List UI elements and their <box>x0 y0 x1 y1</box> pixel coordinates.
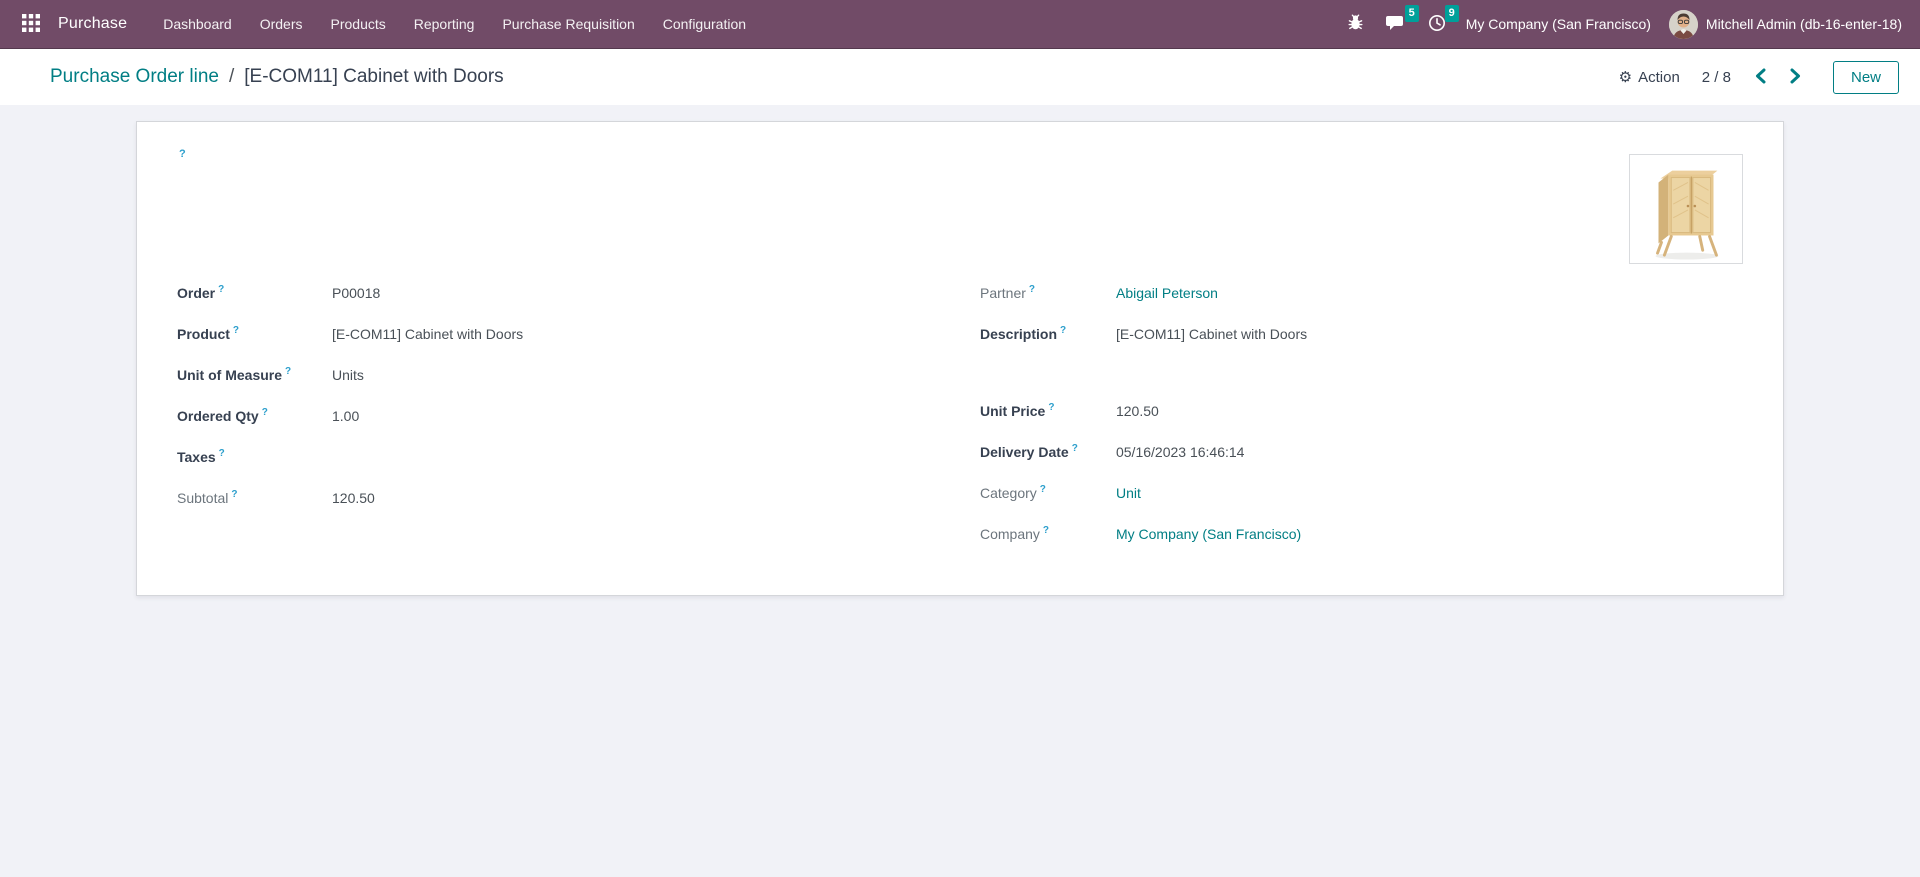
chevron-left-icon <box>1755 68 1766 87</box>
field-value: [E-COM11] Cabinet with Doors <box>332 325 524 342</box>
help-icon: ? <box>1071 443 1078 454</box>
field-value: 120.50 <box>332 489 375 506</box>
activities-count-badge: 9 <box>1444 4 1459 22</box>
field-row-delivery-date: Delivery Date? 05/16/2023 16:46:14 <box>980 431 1743 472</box>
gear-icon: ⚙ <box>1618 69 1633 86</box>
nav-item-products[interactable]: Products <box>317 0 400 48</box>
control-panel: Purchase Order line / [E-COM11] Cabinet … <box>0 49 1920 105</box>
field-row-ordered-qty: Ordered Qty? 1.00 <box>177 395 960 436</box>
record-pager[interactable]: 2 / 8 <box>1702 69 1731 86</box>
field-label: Subtotal? <box>177 489 238 506</box>
top-navbar: Purchase Dashboard Orders Products Repor… <box>0 0 1920 49</box>
nav-item-purchase-requisition[interactable]: Purchase Requisition <box>488 0 648 48</box>
debug-menu-button[interactable] <box>1345 12 1366 36</box>
bug-icon <box>1347 14 1364 34</box>
field-label: Order? <box>177 284 225 301</box>
breadcrumb-separator: / <box>228 66 235 87</box>
field-row-company: Company? My Company (San Francisco) <box>980 513 1743 554</box>
next-record-button[interactable] <box>1788 66 1803 89</box>
cabinet-image <box>1630 153 1742 266</box>
product-image <box>1629 154 1743 264</box>
field-row-description: Description? [E-COM11] Cabinet with Door… <box>980 313 1743 354</box>
field-value: [E-COM11] Cabinet with Doors <box>1115 325 1308 342</box>
field-row-unit-price: Unit Price? 120.50 <box>980 390 1743 431</box>
activities-button[interactable]: 9 <box>1426 4 1459 37</box>
company-switcher[interactable]: My Company (San Francisco) <box>1466 16 1651 32</box>
app-brand[interactable]: Purchase <box>58 15 127 33</box>
help-icon: ? <box>231 489 238 500</box>
right-column: Partner? Abigail Peterson Description? [… <box>960 272 1743 554</box>
left-column: Order? P00018 Product? [E-COM11] Cabinet… <box>177 272 960 554</box>
category-link[interactable]: Unit <box>1116 485 1141 501</box>
apps-grid-icon <box>22 13 40 35</box>
nav-item-dashboard[interactable]: Dashboard <box>149 0 246 48</box>
field-value: 1.00 <box>332 407 360 424</box>
new-button[interactable]: New <box>1832 60 1899 94</box>
field-label: Taxes? <box>177 448 225 465</box>
field-value: Units <box>332 366 364 383</box>
avatar <box>1668 9 1698 39</box>
field-label: Unit Price? <box>979 402 1055 419</box>
help-icon: ? <box>285 366 292 377</box>
field-row-unit-of-measure: Unit of Measure? Units <box>177 354 960 395</box>
field-row-order: Order? P00018 <box>177 272 960 313</box>
field-label: Unit of Measure? <box>177 366 292 383</box>
nav-item-configuration[interactable]: Configuration <box>649 0 760 48</box>
help-icon: ? <box>1042 525 1050 536</box>
help-icon: ? <box>1039 484 1046 495</box>
partner-link[interactable]: Abigail Peterson <box>1116 285 1218 301</box>
company-link[interactable]: My Company (San Francisco) <box>1116 526 1301 542</box>
field-row-category: Category? Unit <box>980 472 1743 513</box>
apps-menu-button[interactable] <box>14 7 48 41</box>
action-label: Action <box>1638 68 1680 86</box>
nav-item-reporting[interactable]: Reporting <box>400 0 489 48</box>
help-icon: ? <box>1048 402 1055 413</box>
user-name: Mitchell Admin (db-16-enter-18) <box>1705 16 1902 32</box>
help-icon: ? <box>1060 325 1067 336</box>
field-label: Ordered Qty? <box>177 407 268 424</box>
messages-count-badge: 5 <box>1404 4 1419 22</box>
chat-icon <box>1385 14 1406 35</box>
title-help-icon: ? <box>179 148 186 160</box>
field-label: Delivery Date? <box>979 443 1078 460</box>
field-value: 120.50 <box>1115 402 1159 419</box>
field-row-subtotal: Subtotal? 120.50 <box>177 477 960 518</box>
form-sheet: ? Order ? P00018 Product ? [E-COM11] Cab… <box>136 121 1784 596</box>
user-menu[interactable]: Mitchell Admin (db-16-enter-18) <box>1668 9 1902 39</box>
field-label: Description? <box>979 325 1067 342</box>
nav-item-orders[interactable]: Orders <box>246 0 317 48</box>
messages-button[interactable]: 5 <box>1384 4 1419 37</box>
chevron-right-icon <box>1790 68 1801 87</box>
help-icon: ? <box>218 284 225 295</box>
action-menu-button[interactable]: ⚙ Action <box>1618 68 1680 87</box>
help-icon: ? <box>261 407 268 418</box>
field-label: Category? <box>979 484 1046 501</box>
field-label: Product? <box>177 325 239 342</box>
field-value: P00018 <box>332 284 381 301</box>
help-icon: ? <box>232 325 239 336</box>
field-row-product: Product? [E-COM11] Cabinet with Doors <box>177 313 960 354</box>
content-area: ? Order ? P00018 Product ? [E-COM11] Cab… <box>0 105 1920 877</box>
breadcrumb-current: [E-COM11] Cabinet with Doors <box>244 66 504 87</box>
help-icon: ? <box>1028 284 1036 295</box>
column-spacer <box>980 354 1743 390</box>
field-label: Partner? <box>979 284 1036 301</box>
field-grid: Order? P00018 Product? [E-COM11] Cabinet… <box>137 272 1783 554</box>
field-row-taxes: Taxes? <box>177 436 960 477</box>
field-label: Company? <box>979 525 1050 542</box>
field-row-partner: Partner? Abigail Peterson <box>980 272 1743 313</box>
breadcrumb-parent-link[interactable]: Purchase Order line <box>50 66 219 88</box>
help-icon: ? <box>218 448 225 459</box>
previous-record-button[interactable] <box>1753 66 1768 89</box>
field-value: 05/16/2023 16:46:14 <box>1115 443 1245 460</box>
clock-icon <box>1428 14 1446 35</box>
breadcrumb: Purchase Order line / [E-COM11] Cabinet … <box>50 66 504 88</box>
